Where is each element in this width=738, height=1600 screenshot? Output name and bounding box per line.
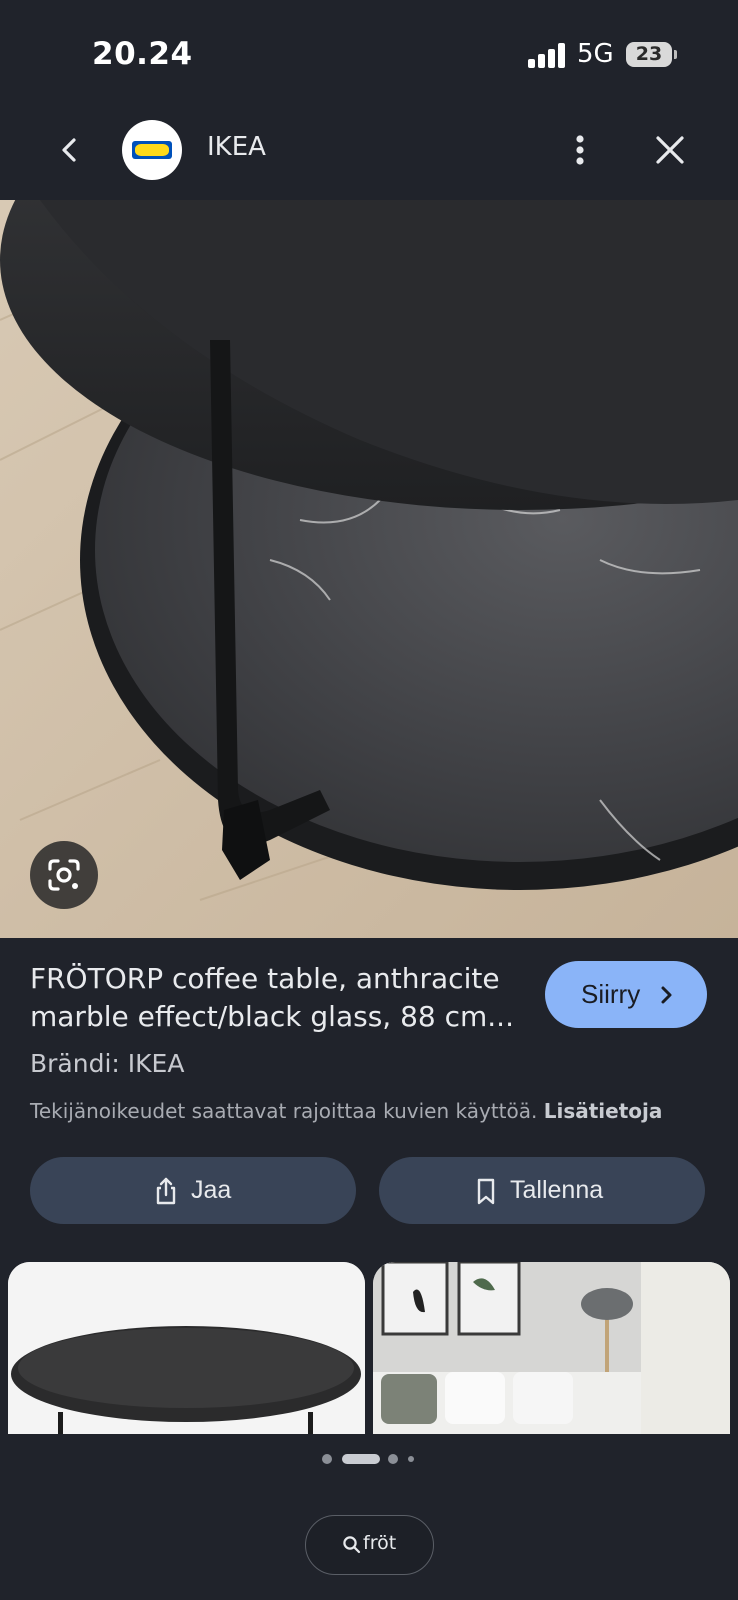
save-button-label: Tallenna bbox=[510, 1176, 604, 1204]
screen: 20.24 5G 23 IKEA FRÖTORP coffee table, a… bbox=[0, 0, 738, 1600]
signal-icon bbox=[528, 42, 566, 68]
page-dot-active[interactable] bbox=[342, 1454, 380, 1464]
search-fade bbox=[396, 1526, 426, 1564]
product-title-line-1: FRÖTORP coffee table, anthracite bbox=[30, 962, 500, 995]
google-lens-icon[interactable] bbox=[30, 841, 98, 909]
brand-name[interactable]: IKEA bbox=[207, 132, 266, 162]
related-image[interactable] bbox=[373, 1262, 730, 1434]
visit-button-label: Siirry bbox=[581, 979, 641, 1009]
share-button-label: Jaa bbox=[191, 1176, 232, 1204]
coffee-table-photo bbox=[0, 200, 738, 938]
save-button[interactable]: Tallenna bbox=[379, 1157, 705, 1224]
page-dot[interactable] bbox=[322, 1454, 332, 1464]
related-room-photo bbox=[373, 1262, 730, 1434]
chevron-right-icon bbox=[661, 986, 672, 1004]
related-table-photo bbox=[8, 1262, 365, 1434]
copyright-notice: Tekijänoikeudet saattavat rajoittaa kuvi… bbox=[30, 1099, 720, 1123]
page-dot[interactable] bbox=[408, 1456, 414, 1462]
share-button[interactable]: Jaa bbox=[30, 1157, 356, 1224]
ikea-logo-icon bbox=[132, 141, 172, 159]
visit-button[interactable]: Siirry bbox=[545, 961, 707, 1028]
battery-icon: 23 bbox=[626, 42, 672, 67]
copyright-text: Tekijänoikeudet saattavat rajoittaa kuvi… bbox=[30, 1099, 538, 1123]
share-icon bbox=[156, 1177, 176, 1205]
brand-line: Brändi: IKEA bbox=[30, 1049, 185, 1078]
search-icon bbox=[343, 1536, 361, 1554]
battery-level: 23 bbox=[635, 43, 663, 65]
product-title-line-2: marble effect/black glass, 88 cm... bbox=[30, 1000, 514, 1033]
search-pill[interactable]: fröt bbox=[305, 1515, 434, 1575]
product-title[interactable]: FRÖTORP coffee table, anthracite marble … bbox=[30, 960, 530, 1036]
header: IKEA bbox=[0, 100, 738, 200]
page-dot[interactable] bbox=[388, 1454, 398, 1464]
related-image[interactable] bbox=[8, 1262, 365, 1434]
more-info-link[interactable]: Lisätietoja bbox=[544, 1099, 663, 1123]
status-bar: 20.24 5G 23 bbox=[0, 0, 738, 100]
status-time: 20.24 bbox=[92, 36, 193, 72]
more-vert-icon[interactable] bbox=[564, 130, 596, 170]
network-label: 5G bbox=[577, 39, 614, 69]
close-icon[interactable] bbox=[650, 130, 690, 170]
product-image[interactable] bbox=[0, 200, 738, 938]
battery-nub bbox=[674, 50, 677, 59]
chevron-left-icon[interactable] bbox=[52, 130, 88, 170]
bookmark-icon bbox=[477, 1178, 495, 1205]
brand-logo[interactable] bbox=[122, 120, 182, 180]
pagination-dots bbox=[322, 1452, 422, 1466]
